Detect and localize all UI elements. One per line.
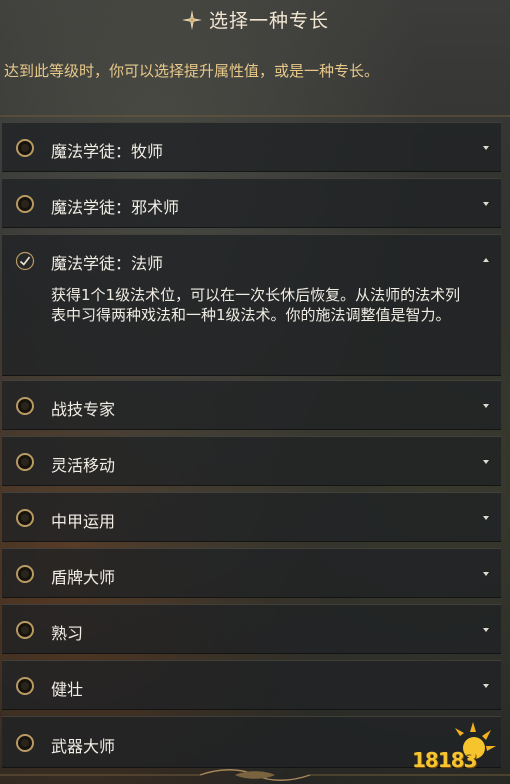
feat-label: 战技专家 — [51, 400, 116, 419]
watermark-text: 18183 — [412, 748, 478, 772]
feat-radio[interactable] — [16, 734, 34, 752]
chevron-down-icon[interactable] — [483, 459, 489, 465]
feat-label: 魔法学徒：邪术师 — [51, 198, 180, 217]
feat-label: 灵活移动 — [51, 456, 116, 475]
chevron-down-icon[interactable] — [483, 627, 489, 633]
checkmark-icon[interactable] — [15, 251, 35, 271]
feat-item-wizard[interactable]: 魔法学徒：法师 获得1个1级法术位，可以在一次长休后恢复。从法师的法术列表中习得… — [2, 234, 501, 376]
subtitle: 达到此等级时，你可以选择提升属性值，或是一种专长。 — [4, 62, 380, 80]
feat-radio[interactable] — [16, 139, 34, 157]
title-bar: 选择一种专长 — [0, 6, 510, 33]
ornament-divider — [0, 115, 510, 117]
feat-radio[interactable] — [16, 453, 34, 471]
feat-label: 中甲运用 — [51, 512, 116, 531]
chevron-down-icon[interactable] — [483, 145, 489, 151]
feat-item-martial-adept[interactable]: 战技专家 — [2, 380, 501, 430]
feat-label: 盾牌大师 — [51, 568, 116, 587]
feat-radio[interactable] — [16, 397, 34, 415]
feat-label: 魔法学徒：法师 — [51, 254, 164, 273]
watermark-logo: 18183 — [412, 722, 500, 778]
feat-radio[interactable] — [16, 565, 34, 583]
chevron-down-icon[interactable] — [483, 571, 489, 577]
feat-radio[interactable] — [16, 621, 34, 639]
feat-item-skilled[interactable]: 熟习 — [2, 604, 501, 654]
feat-item-tough[interactable]: 健壮 — [2, 660, 501, 710]
page-title: 选择一种专长 — [208, 10, 329, 32]
chevron-down-icon[interactable] — [483, 683, 489, 689]
feat-label: 健壮 — [51, 680, 84, 699]
feat-item-medium-armor[interactable]: 中甲运用 — [2, 492, 501, 542]
chevron-down-icon[interactable] — [483, 403, 489, 409]
feat-item-cleric[interactable]: 魔法学徒：牧师 — [2, 122, 501, 172]
feat-description: 获得1个1级法术位，可以在一次长休后恢复。从法师的法术列表中习得两种戏法和一种1… — [51, 286, 461, 324]
feat-label: 魔法学徒：牧师 — [51, 142, 164, 161]
feat-item-mobile[interactable]: 灵活移动 — [2, 436, 501, 486]
feat-radio[interactable] — [16, 509, 34, 527]
feat-label: 熟习 — [51, 624, 84, 643]
feat-item-warlock[interactable]: 魔法学徒：邪术师 — [2, 178, 501, 228]
feat-item-shield-master[interactable]: 盾牌大师 — [2, 548, 501, 598]
chevron-down-icon[interactable] — [483, 201, 489, 207]
feat-label: 武器大师 — [51, 737, 116, 756]
chevron-down-icon[interactable] — [483, 515, 489, 521]
chevron-up-icon[interactable] — [483, 257, 489, 263]
feat-radio[interactable] — [16, 195, 34, 213]
star-icon — [181, 10, 202, 30]
feat-radio[interactable] — [16, 677, 34, 695]
header: 选择一种专长 — [0, 0, 510, 40]
